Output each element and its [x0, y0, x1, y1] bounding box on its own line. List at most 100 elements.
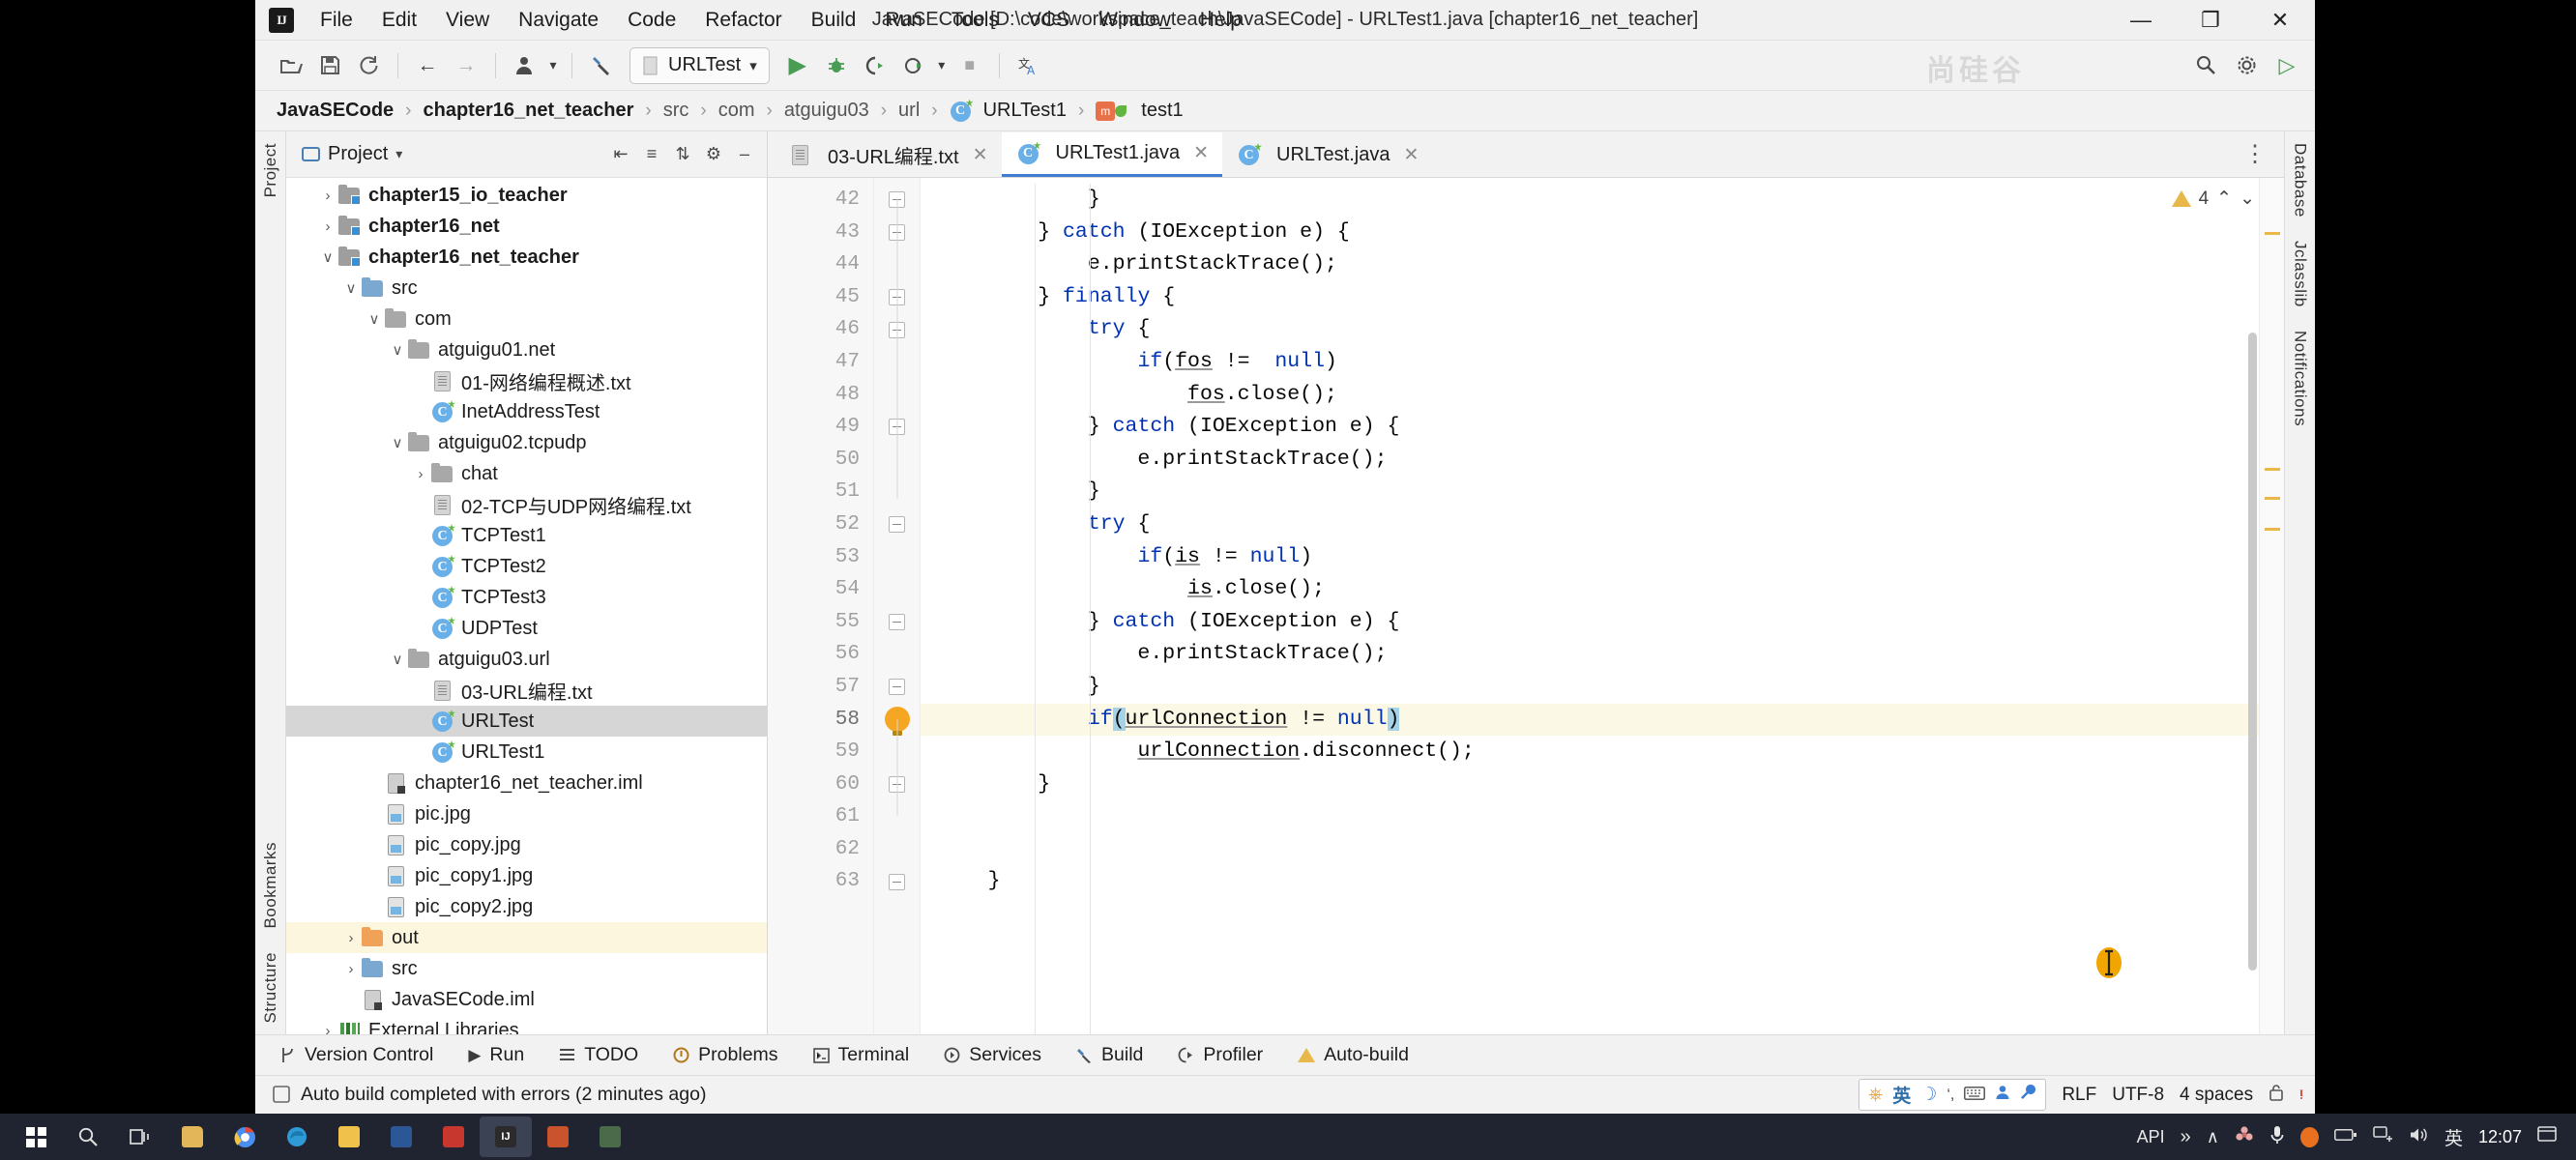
back-icon[interactable]: ← [409, 47, 446, 84]
sort-icon[interactable]: ≡ [637, 140, 666, 169]
tab-urltest-java[interactable]: C URLTest.java ✕ [1222, 132, 1432, 177]
tree-node[interactable]: ·CInetAddressTest [286, 396, 767, 427]
inspection-summary[interactable]: 4 ⌃ ⌄ [2172, 188, 2255, 210]
line-number[interactable]: 53 [768, 541, 873, 574]
tree-node[interactable]: ·pic_copy1.jpg [286, 860, 767, 891]
code-content[interactable]: } } catch (IOException e) { e.printStack… [921, 178, 2284, 1034]
chevron-right-icon[interactable]: · [364, 899, 385, 915]
taskbar-terminal-icon[interactable] [584, 1116, 636, 1157]
tree-node[interactable]: ·CTCPTest2 [286, 551, 767, 582]
fold-collapse-icon[interactable] [874, 671, 920, 704]
line-number[interactable]: 58 [768, 704, 873, 737]
menu-window[interactable]: Window [1084, 5, 1186, 36]
project-panel-title[interactable]: Project ▾ [302, 143, 402, 165]
code-line[interactable]: e.printStackTrace(); [921, 248, 2284, 281]
toolwindow-auto-build[interactable]: Auto-build [1293, 1041, 1414, 1069]
ime-moon-icon[interactable]: ☽ [1920, 1084, 1937, 1106]
ime-punct-icon[interactable]: ‘, [1947, 1087, 1954, 1104]
save-icon[interactable] [311, 47, 348, 84]
code-line[interactable]: } catch (IOException e) { [921, 217, 2284, 249]
prev-problem-icon[interactable]: ⌃ [2216, 188, 2232, 210]
code-line[interactable]: } [921, 768, 2284, 801]
volume-icon[interactable] [2409, 1126, 2429, 1148]
chevron-right-icon[interactable]: › [317, 218, 338, 235]
code-line[interactable] [921, 800, 2284, 833]
tree-node[interactable]: ·pic_copy.jpg [286, 829, 767, 860]
toolwindow-terminal[interactable]: Terminal [808, 1041, 915, 1069]
editor-scrollbar-thumb[interactable] [2248, 333, 2257, 971]
code-line[interactable]: try { [921, 313, 2284, 346]
code-line[interactable]: is.close(); [921, 573, 2284, 606]
taskbar-explorer-icon[interactable] [166, 1116, 219, 1157]
code-line[interactable]: } catch (IOException e) { [921, 411, 2284, 444]
tree-node[interactable]: ·CTCPTest3 [286, 582, 767, 613]
chevron-right-icon[interactable]: · [340, 992, 362, 1008]
line-number[interactable]: 55 [768, 606, 873, 639]
tray-overflow-icon[interactable]: » [2181, 1126, 2191, 1148]
orange-dot-icon[interactable] [2300, 1127, 2319, 1147]
gear-icon[interactable]: ⚙ [699, 140, 728, 169]
breadcrumb-item-test1[interactable]: m test1 [1092, 98, 1186, 124]
search-icon[interactable] [2187, 47, 2224, 84]
wrench-icon[interactable] [2020, 1084, 2036, 1106]
user-profile-icon[interactable] [507, 47, 543, 84]
line-number[interactable]: 43 [768, 217, 873, 249]
profiler-run-icon[interactable] [895, 47, 932, 84]
taskbar-task-view-icon[interactable] [114, 1116, 166, 1157]
line-number[interactable]: 54 [768, 573, 873, 606]
tree-node[interactable]: ∨atguigu02.tcpudp [286, 427, 767, 458]
indent-label[interactable]: 4 spaces [2180, 1085, 2253, 1106]
line-number[interactable]: 44 [768, 248, 873, 281]
code-line[interactable]: if(is != null) [921, 541, 2284, 574]
tree-node[interactable]: ·CUDPTest [286, 613, 767, 644]
tree-node[interactable]: ›out [286, 922, 767, 953]
menu-tools[interactable]: Tools [937, 5, 1013, 36]
code-line[interactable]: if(urlConnection != null) [921, 704, 2284, 737]
code-line[interactable]: } [921, 184, 2284, 217]
code-editor[interactable]: 4243444546474849505152535455565758596061… [768, 178, 2284, 1034]
chevron-right-icon[interactable]: · [410, 404, 431, 420]
translate-icon[interactable]: 文A [1010, 47, 1047, 84]
taskbar-folder-icon[interactable] [323, 1116, 375, 1157]
tree-node[interactable]: ›chapter15_io_teacher [286, 180, 767, 211]
chevron-right-icon[interactable]: › [317, 1023, 338, 1035]
tray-expand-up-icon[interactable]: ∧ [2207, 1127, 2219, 1147]
profiler-caret-down-icon[interactable]: ▾ [934, 47, 950, 84]
code-line[interactable]: } [921, 476, 2284, 508]
line-number[interactable]: 48 [768, 379, 873, 412]
taskbar-pdf-icon[interactable] [427, 1116, 480, 1157]
toolwindow-profiler[interactable]: Profiler [1173, 1041, 1268, 1069]
profile-caret-down-icon[interactable]: ▾ [545, 47, 561, 84]
line-number[interactable]: 57 [768, 671, 873, 704]
coverage-icon[interactable] [857, 47, 893, 84]
line-number[interactable]: 62 [768, 833, 873, 866]
code-line[interactable]: fos.close(); [921, 379, 2284, 412]
forward-icon[interactable]: → [448, 47, 484, 84]
tree-node[interactable]: ·02-TCP与UDP网络编程.txt [286, 489, 767, 520]
menu-navigate[interactable]: Navigate [504, 5, 613, 36]
taskbar-clock[interactable]: 12:07 [2478, 1127, 2522, 1147]
debug-bug-icon[interactable] [818, 47, 855, 84]
code-line[interactable] [921, 833, 2284, 866]
network-icon[interactable] [2373, 1126, 2393, 1148]
stop-icon[interactable]: ■ [951, 47, 988, 84]
breadcrumb-item-com[interactable]: com [715, 98, 759, 124]
code-line[interactable]: } catch (IOException e) { [921, 606, 2284, 639]
menu-file[interactable]: File [306, 5, 367, 36]
line-number[interactable]: 46 [768, 313, 873, 346]
toolwindow-problems[interactable]: Problems [668, 1041, 782, 1069]
rail-jclasslib[interactable]: Jclasslib [2291, 229, 2310, 319]
tree-node[interactable]: ›External Libraries [286, 1015, 767, 1034]
error-stripe[interactable] [2259, 178, 2284, 1034]
line-number[interactable]: 50 [768, 444, 873, 477]
tree-node[interactable]: ·CURLTest1 [286, 737, 767, 768]
encoding-label[interactable]: UTF-8 [2112, 1085, 2164, 1106]
chevron-right-icon[interactable]: · [410, 713, 431, 730]
taskbar-chrome-icon[interactable] [219, 1116, 271, 1157]
chevron-right-icon[interactable]: · [410, 497, 431, 513]
rail-structure[interactable]: Structure [261, 941, 280, 1034]
close-button[interactable]: ✕ [2245, 0, 2315, 40]
mic-icon[interactable] [2269, 1125, 2285, 1149]
chevron-down-icon[interactable]: ∨ [340, 279, 362, 297]
line-number[interactable]: 42 [768, 184, 873, 217]
